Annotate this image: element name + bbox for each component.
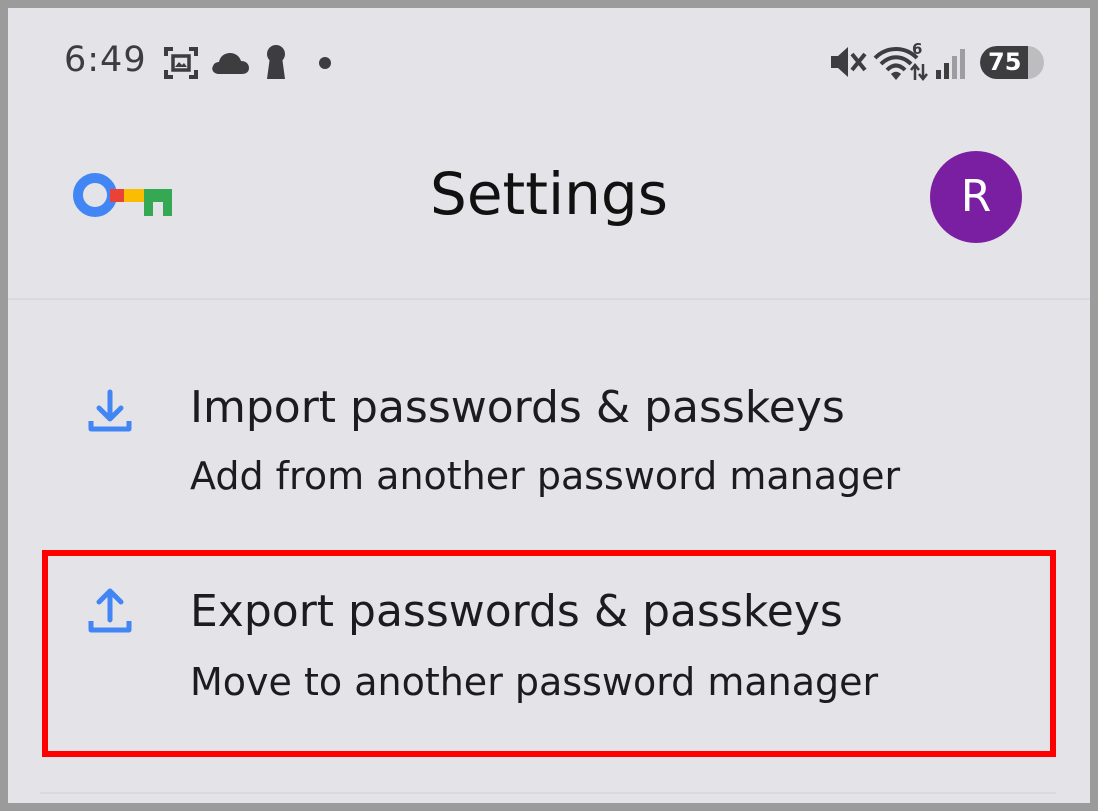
row-title: Import passwords & passkeys (190, 382, 845, 433)
battery-level: 75 (988, 48, 1022, 76)
signal-icon (936, 49, 965, 79)
account-avatar[interactable]: R (930, 151, 1022, 243)
highlight-box (42, 550, 1056, 757)
status-time: 6:49 (64, 40, 147, 80)
import-passwords-row[interactable]: Import passwords & passkeys Add from ano… (40, 350, 1056, 530)
screenshot-icon (164, 47, 198, 79)
row-subtitle: Add from another password manager (190, 454, 901, 498)
mute-icon (831, 47, 867, 77)
divider (40, 792, 1056, 794)
battery-icon: 75 (980, 46, 1044, 79)
network-type-badge: 6 (912, 40, 923, 58)
download-icon (88, 389, 132, 432)
dot-icon (319, 57, 331, 69)
cloud-icon (212, 53, 249, 74)
keyhole-icon (267, 45, 285, 79)
status-bar: 6:49 6 75 (0, 0, 1098, 120)
